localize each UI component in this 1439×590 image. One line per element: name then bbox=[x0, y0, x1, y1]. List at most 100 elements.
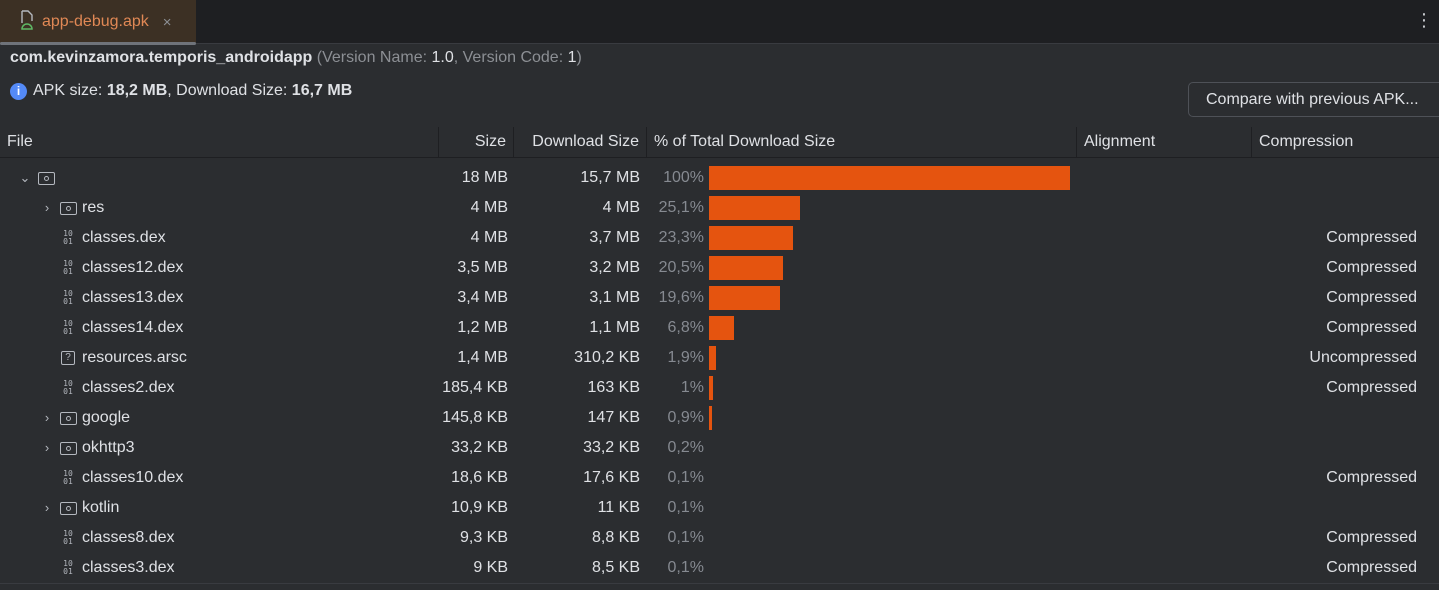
file-size: 33,2 KB bbox=[451, 439, 508, 456]
compare-with-previous-apk-button[interactable]: Compare with previous APK... bbox=[1188, 82, 1439, 117]
download-size: 3,2 MB bbox=[589, 259, 640, 276]
package-info: com.kevinzamora.temporis_androidapp (Ver… bbox=[10, 49, 582, 67]
table-row[interactable]: 10 01 classes10.dex 18,6 KB 17,6 KB 0,1% C… bbox=[0, 463, 1439, 493]
table-row[interactable]: 10 01 classes3.dex 9 KB 8,5 KB 0,1% Compre… bbox=[0, 553, 1439, 583]
table-row[interactable]: › kotlin 10,9 KB 11 KB 0,1% bbox=[0, 493, 1439, 523]
table-header: File Size Download Size % of Total Downl… bbox=[0, 127, 1439, 158]
download-size: 3,7 MB bbox=[589, 229, 640, 246]
table-row[interactable]: ? resources.arsc 1,4 MB 310,2 KB 1,9% Unc… bbox=[0, 343, 1439, 373]
tab-underline bbox=[0, 42, 196, 45]
percent-bar bbox=[709, 196, 800, 220]
close-icon[interactable]: × bbox=[163, 14, 172, 31]
file-size: 10,9 KB bbox=[451, 499, 508, 516]
percent-text: 0,1% bbox=[667, 499, 704, 516]
percent-text: 0,2% bbox=[667, 439, 704, 456]
binary-file-icon: 10 01 bbox=[63, 559, 73, 576]
download-size: 147 KB bbox=[587, 409, 640, 426]
download-size: 8,8 KB bbox=[591, 529, 640, 546]
file-name: kotlin bbox=[82, 499, 120, 516]
info-icon: i bbox=[10, 82, 27, 100]
folder-icon bbox=[59, 441, 77, 455]
binary-file-icon: 10 01 bbox=[63, 259, 73, 276]
compression: Uncompressed bbox=[1309, 349, 1417, 366]
percent-bar bbox=[709, 256, 783, 280]
download-size: 310,2 KB bbox=[574, 349, 640, 366]
binary-file-icon: 10 01 bbox=[63, 289, 73, 306]
percent-bar bbox=[709, 286, 780, 310]
table-row[interactable]: › res 4 MB 4 MB 25,1% bbox=[0, 193, 1439, 223]
file-size: 3,5 MB bbox=[457, 259, 508, 276]
compression: Compressed bbox=[1326, 469, 1417, 486]
file-name: classes12.dex bbox=[82, 259, 184, 276]
compression: Compressed bbox=[1326, 529, 1417, 546]
binary-file-icon: 10 01 bbox=[63, 379, 73, 396]
file-size: 1,4 MB bbox=[457, 349, 508, 366]
unknown-file-icon: ? bbox=[59, 351, 77, 365]
table-row[interactable]: 10 01 classes.dex 4 MB 3,7 MB 23,3% Compre… bbox=[0, 223, 1439, 253]
table-row[interactable]: 10 01 classes8.dex 9,3 KB 8,8 KB 0,1% Comp… bbox=[0, 523, 1439, 553]
chevron-right-icon[interactable]: › bbox=[40, 403, 54, 433]
download-size: 17,6 KB bbox=[583, 469, 640, 486]
file-size: 145,8 KB bbox=[442, 409, 508, 426]
percent-text: 20,5% bbox=[658, 259, 704, 276]
column-compression[interactable]: Compression bbox=[1252, 127, 1439, 157]
file-size: 9,3 KB bbox=[459, 529, 508, 546]
more-options-icon[interactable]: ⋮ bbox=[1415, 10, 1433, 30]
download-size: 33,2 KB bbox=[583, 439, 640, 456]
chevron-right-icon[interactable]: › bbox=[40, 493, 54, 523]
table-row[interactable]: 10 01 classes14.dex 1,2 MB 1,1 MB 6,8% Com… bbox=[0, 313, 1439, 343]
percent-text: 23,3% bbox=[658, 229, 704, 246]
file-name: classes13.dex bbox=[82, 289, 184, 306]
file-name: res bbox=[82, 199, 105, 216]
percent-text: 0,9% bbox=[667, 409, 704, 426]
tab-app-debug-apk[interactable]: app-debug.apk × bbox=[0, 0, 196, 45]
binary-file-icon: 10 01 bbox=[63, 319, 73, 336]
chevron-right-icon[interactable]: › bbox=[40, 433, 54, 463]
percent-text: 1,9% bbox=[667, 349, 704, 366]
chevron-right-icon[interactable]: › bbox=[40, 193, 54, 223]
download-size: 163 KB bbox=[587, 379, 640, 396]
percent-text: 100% bbox=[663, 169, 704, 186]
column-size[interactable]: Size bbox=[439, 127, 514, 157]
resource-folder-icon bbox=[59, 201, 77, 215]
table-row[interactable]: › okhttp3 33,2 KB 33,2 KB 0,2% bbox=[0, 433, 1439, 463]
compression: Compressed bbox=[1326, 379, 1417, 396]
version-code-label: , Version Code: bbox=[453, 49, 568, 66]
column-alignment[interactable]: Alignment bbox=[1077, 127, 1252, 157]
tab-label: app-debug.apk bbox=[42, 13, 149, 30]
chevron-down-icon[interactable]: ⌄ bbox=[18, 163, 32, 193]
column-download-size[interactable]: Download Size bbox=[514, 127, 647, 157]
table-row[interactable]: 10 01 classes12.dex 3,5 MB 3,2 MB 20,5% Co… bbox=[0, 253, 1439, 283]
table-row[interactable]: › google 145,8 KB 147 KB 0,9% bbox=[0, 403, 1439, 433]
percent-bar bbox=[709, 406, 713, 430]
file-size: 18 MB bbox=[461, 169, 508, 186]
size-summary: i APK size: 18,2 MB, Download Size: 16,7… bbox=[10, 82, 352, 100]
file-name: okhttp3 bbox=[82, 439, 135, 456]
table-row[interactable]: 10 01 classes2.dex 185,4 KB 163 KB 1% Comp… bbox=[0, 373, 1439, 403]
table-row[interactable]: 10 01 classes13.dex 3,4 MB 3,1 MB 19,6% Co… bbox=[0, 283, 1439, 313]
file-tree-table: ⌄ 18 MB 15,7 MB 100% › res 4 MB 4 MB 25,1… bbox=[0, 163, 1439, 583]
compression: Compressed bbox=[1326, 559, 1417, 576]
column-file[interactable]: File bbox=[0, 127, 439, 157]
editor-tab-bar: app-debug.apk × ⋮ bbox=[0, 0, 1439, 45]
file-size: 9 KB bbox=[473, 559, 508, 576]
download-size: 4 MB bbox=[602, 199, 640, 216]
percent-bar bbox=[709, 316, 734, 340]
table-row[interactable]: ⌄ 18 MB 15,7 MB 100% bbox=[0, 163, 1439, 193]
file-name: classes.dex bbox=[82, 229, 166, 246]
column-percent[interactable]: % of Total Download Size bbox=[647, 127, 1077, 157]
version-name-label: (Version Name: bbox=[316, 49, 432, 66]
file-name: classes3.dex bbox=[82, 559, 175, 576]
compression: Compressed bbox=[1326, 289, 1417, 306]
folder-icon bbox=[37, 171, 55, 185]
percent-text: 0,1% bbox=[667, 469, 704, 486]
percent-text: 0,1% bbox=[667, 559, 704, 576]
file-size: 185,4 KB bbox=[442, 379, 508, 396]
file-name: resources.arsc bbox=[82, 349, 187, 366]
binary-file-icon: 10 01 bbox=[63, 469, 73, 486]
file-size: 3,4 MB bbox=[457, 289, 508, 306]
folder-icon bbox=[59, 411, 77, 425]
file-name: classes8.dex bbox=[82, 529, 175, 546]
download-size: 11 KB bbox=[597, 499, 640, 516]
compression: Compressed bbox=[1326, 259, 1417, 276]
